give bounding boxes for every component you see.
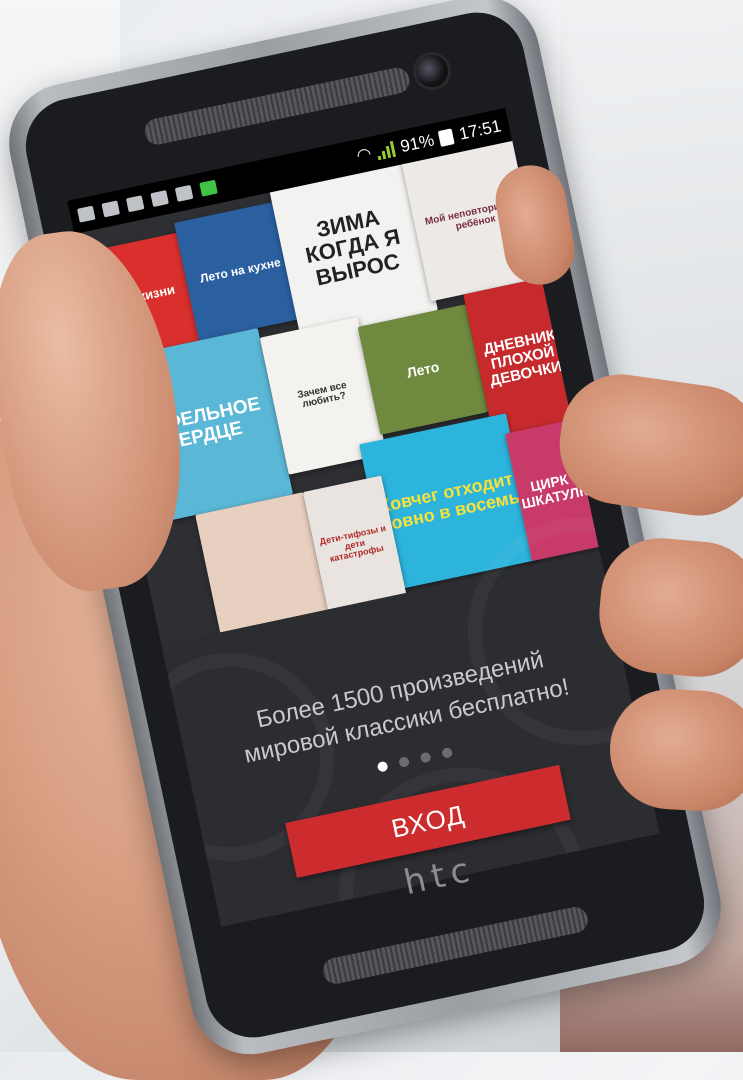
book-cover-title: Зачем все любить? <box>296 379 348 411</box>
book-cover-title <box>257 560 266 569</box>
mail-icon <box>150 190 169 208</box>
page-dot[interactable] <box>441 746 454 759</box>
book-cover-title: Лето на кухне <box>198 254 282 286</box>
usb-icon <box>101 200 121 218</box>
battery-percent: 91% <box>398 130 436 157</box>
bottom-speaker <box>320 904 591 987</box>
clock: 17:51 <box>457 116 503 144</box>
book-cover-title: Ковчег отходит ровно в восемь <box>377 468 522 536</box>
book-cover-title: ЗИМА КОГДА Я ВЫРОС <box>303 204 403 291</box>
book-cover-title: Лето <box>405 357 441 381</box>
book-cover-title: ДНЕВНИК ПЛОХОЙ ДЕВОЧКИ <box>481 326 564 390</box>
page-dot[interactable] <box>376 760 389 773</box>
front-camera <box>409 48 455 94</box>
image-icon <box>125 195 145 213</box>
notification-icon <box>77 205 96 223</box>
wifi-icon: ◠ <box>354 143 374 166</box>
battery-icon <box>438 128 456 147</box>
download-icon <box>174 184 194 202</box>
page-dot[interactable] <box>419 751 432 764</box>
book-cover-title: Дети-тифозы и дети катастрофы <box>318 523 387 565</box>
signal-icon <box>376 140 397 161</box>
page-dot[interactable] <box>398 756 411 768</box>
top-speaker <box>142 65 412 147</box>
app-icon <box>199 179 218 197</box>
